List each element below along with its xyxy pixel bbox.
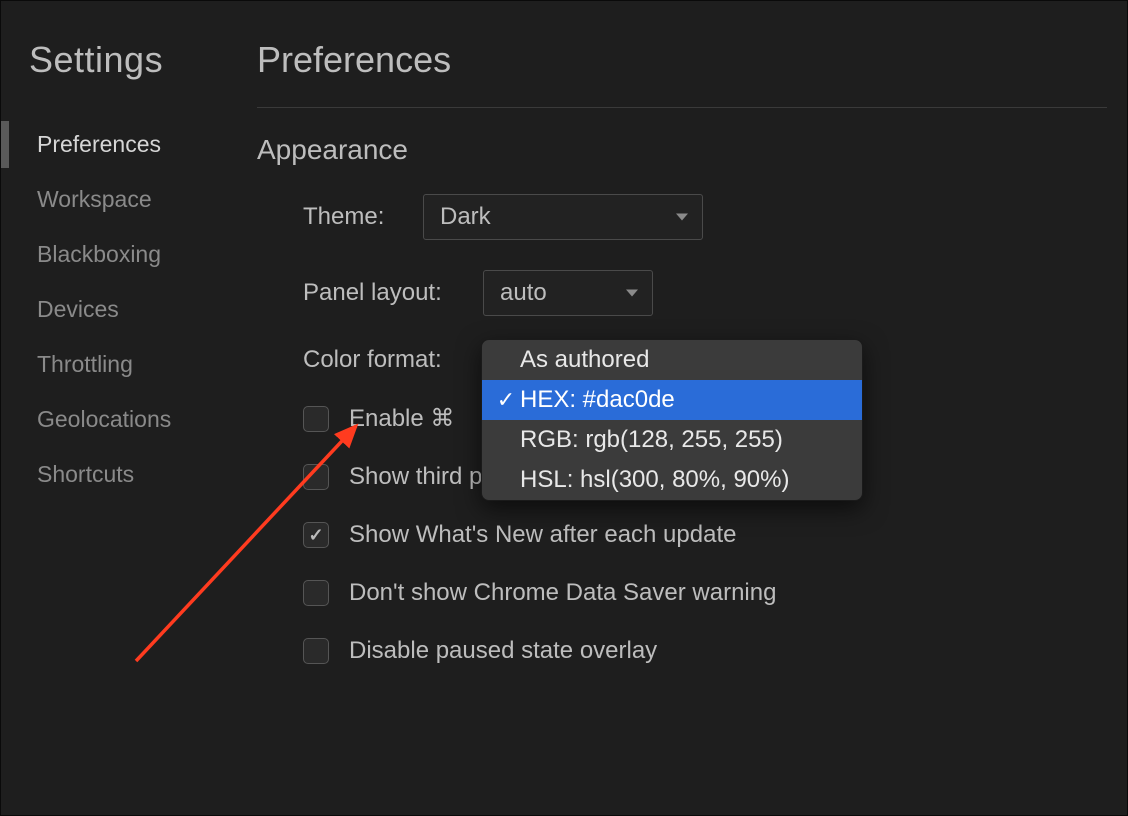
sidebar-item-shortcuts[interactable]: Shortcuts bbox=[29, 447, 231, 502]
theme-row: Theme: Dark bbox=[257, 194, 1107, 240]
chevron-down-icon bbox=[626, 290, 638, 297]
color-format-label: Color format: bbox=[303, 346, 483, 374]
option-label: RGB: rgb(128, 255, 255) bbox=[520, 426, 783, 454]
color-format-option-rgb[interactable]: ✓ RGB: rgb(128, 255, 255) bbox=[482, 420, 862, 460]
data-saver-warning-label: Don't show Chrome Data Saver warning bbox=[349, 579, 776, 607]
data-saver-warning-checkbox[interactable] bbox=[303, 580, 329, 606]
panel-layout-select[interactable]: auto bbox=[483, 270, 653, 316]
color-format-option-hex[interactable]: ✓ HEX: #dac0de bbox=[482, 380, 862, 420]
theme-select[interactable]: Dark bbox=[423, 194, 703, 240]
sidebar-item-workspace[interactable]: Workspace bbox=[29, 172, 231, 227]
theme-value: Dark bbox=[440, 203, 491, 230]
third-party-badges-checkbox[interactable] bbox=[303, 464, 329, 490]
settings-window: Settings Preferences Workspace Blackboxi… bbox=[0, 0, 1128, 816]
page-title: Preferences bbox=[257, 39, 1107, 108]
section-title-appearance: Appearance bbox=[257, 134, 1107, 166]
option-label: HSL: hsl(300, 80%, 90%) bbox=[520, 466, 789, 494]
check-icon: ✓ bbox=[492, 387, 520, 413]
sidebar-item-preferences[interactable]: Preferences bbox=[29, 117, 231, 172]
data-saver-warning-row: Don't show Chrome Data Saver warning bbox=[257, 579, 1107, 607]
sidebar-item-throttling[interactable]: Throttling bbox=[29, 337, 231, 392]
panel-layout-value: auto bbox=[500, 279, 547, 306]
enable-cmd-checkbox[interactable] bbox=[303, 406, 329, 432]
sidebar-item-devices[interactable]: Devices bbox=[29, 282, 231, 337]
color-format-option-as-authored[interactable]: ✓ As authored bbox=[482, 340, 862, 380]
option-label: HEX: #dac0de bbox=[520, 386, 675, 414]
whats-new-checkbox[interactable] bbox=[303, 522, 329, 548]
chevron-down-icon bbox=[676, 214, 688, 221]
color-format-option-hsl[interactable]: ✓ HSL: hsl(300, 80%, 90%) bbox=[482, 460, 862, 500]
whats-new-label: Show What's New after each update bbox=[349, 521, 736, 549]
settings-sidebar: Settings Preferences Workspace Blackboxi… bbox=[1, 1, 231, 815]
theme-label: Theme: bbox=[303, 203, 423, 231]
panel-layout-label: Panel layout: bbox=[303, 279, 483, 307]
panel-layout-row: Panel layout: auto bbox=[257, 270, 1107, 316]
paused-overlay-label: Disable paused state overlay bbox=[349, 637, 657, 665]
sidebar-item-blackboxing[interactable]: Blackboxing bbox=[29, 227, 231, 282]
sidebar-item-geolocations[interactable]: Geolocations bbox=[29, 392, 231, 447]
paused-overlay-checkbox[interactable] bbox=[303, 638, 329, 664]
color-format-dropdown[interactable]: ✓ As authored ✓ HEX: #dac0de ✓ RGB: rgb(… bbox=[481, 339, 863, 501]
paused-overlay-row: Disable paused state overlay bbox=[257, 637, 1107, 665]
whats-new-row: Show What's New after each update bbox=[257, 521, 1107, 549]
sidebar-title: Settings bbox=[29, 39, 231, 81]
option-label: As authored bbox=[520, 346, 649, 374]
enable-cmd-label: Enable ⌘ bbox=[349, 404, 454, 433]
